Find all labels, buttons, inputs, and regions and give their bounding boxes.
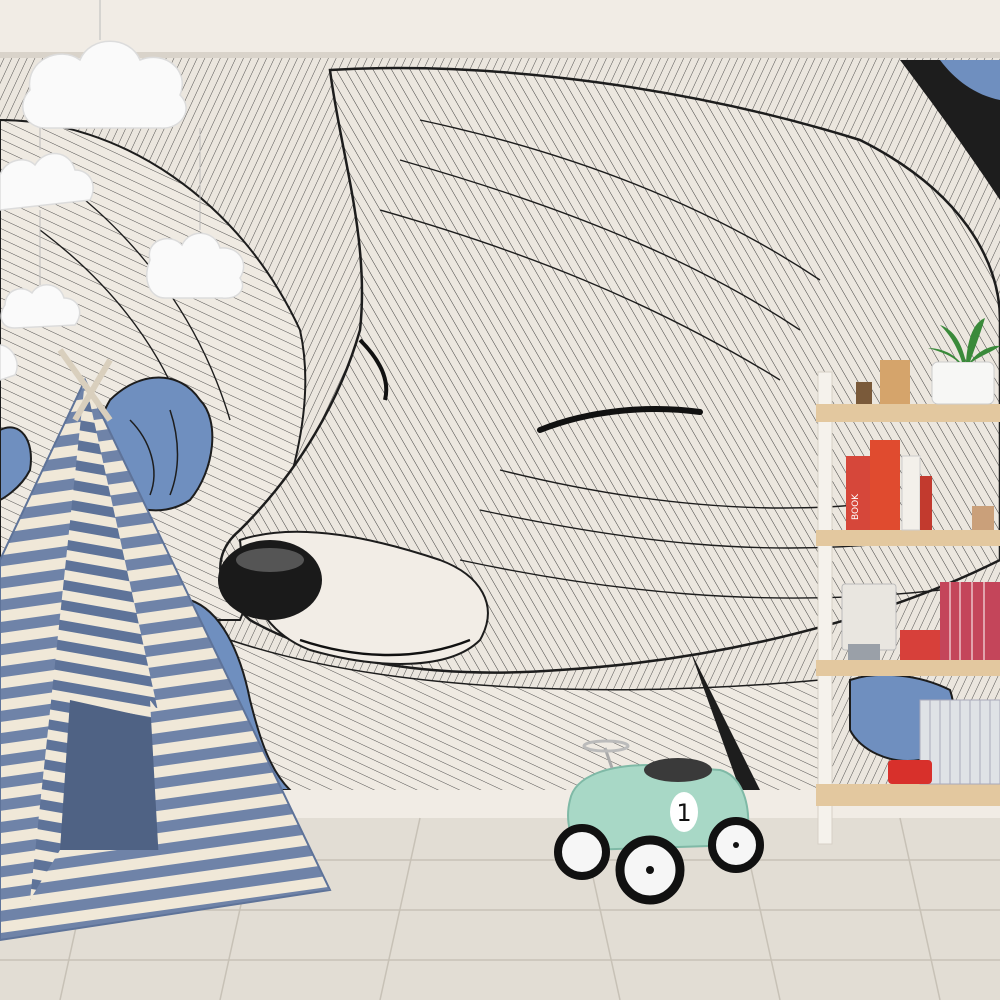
hub-2 [733, 842, 739, 848]
plant-pot [931, 361, 995, 405]
red-toy-car [888, 760, 932, 784]
book-yellow [870, 440, 900, 530]
shelf-board-3 [816, 660, 1000, 676]
shelf-frame-left [817, 371, 833, 845]
car-seat [644, 758, 712, 782]
car-number: 1 [676, 799, 691, 827]
hub-1 [646, 866, 654, 874]
ceiling-molding [0, 0, 1000, 58]
wheel-front-left [554, 824, 610, 880]
toy-train [900, 630, 940, 660]
book-row-red [940, 582, 1000, 660]
book-white [901, 455, 921, 531]
book-red-2 [920, 476, 932, 530]
mirror-frame [841, 583, 897, 651]
small-block [856, 382, 872, 404]
minifig [972, 506, 994, 530]
metal-tin [848, 644, 880, 660]
book-sign: BOOK [851, 493, 861, 520]
shelf-board-4 [816, 784, 1000, 806]
shelf-board-2 [816, 530, 1000, 546]
nursery-scene: BOOK 1 [0, 0, 1000, 1000]
wooden-toy [880, 360, 910, 404]
fox-nose-highlight [236, 548, 304, 572]
shelf-board-1 [816, 404, 1000, 422]
